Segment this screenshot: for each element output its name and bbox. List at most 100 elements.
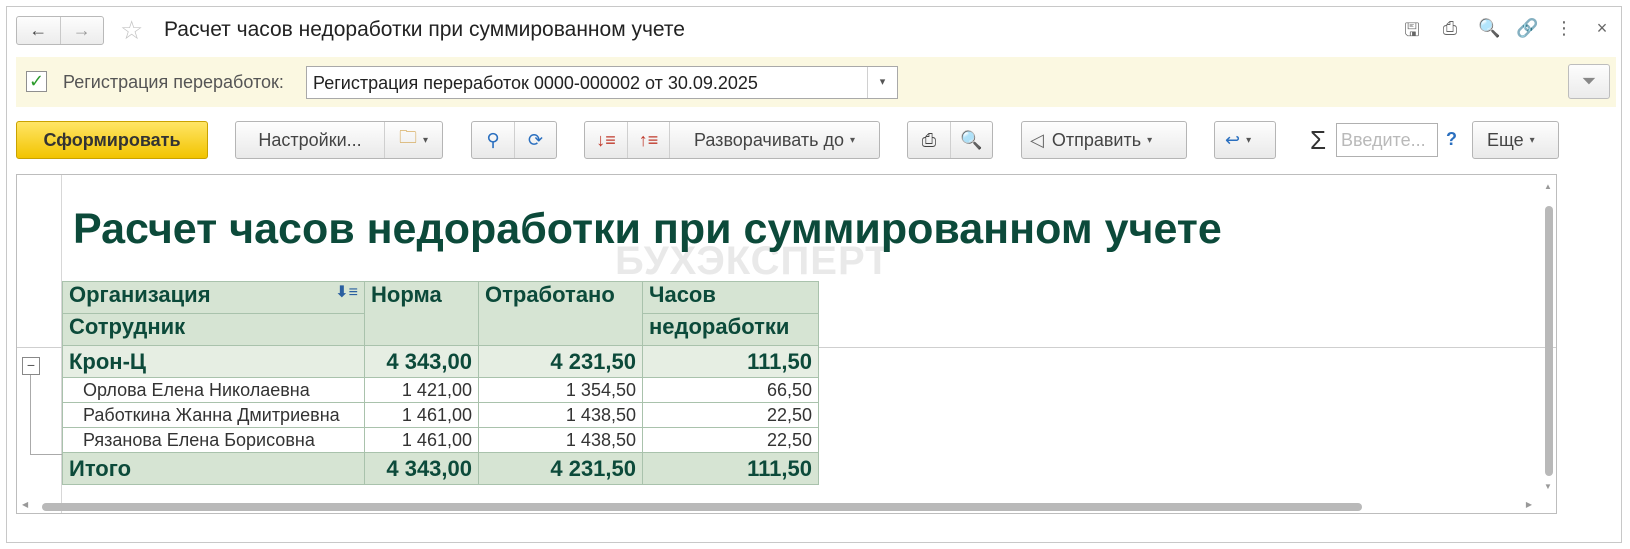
sort-desc-icon[interactable]: ↓≡ <box>585 122 627 158</box>
employee-name: Работкина Жанна Дмитриевна <box>62 402 365 428</box>
group-name: Крон-Ц <box>62 345 365 378</box>
total-norm: 4 343,00 <box>364 452 479 485</box>
print-group: ⎙ 🔍 <box>907 121 993 159</box>
total-worked: 4 231,50 <box>478 452 643 485</box>
caret-icon: ▾ <box>1147 134 1153 146</box>
scroll-left-icon[interactable]: ◀ <box>22 500 28 509</box>
total-row[interactable]: Итого 4 343,00 4 231,50 111,50 <box>62 452 819 485</box>
back-icon[interactable]: ← <box>17 17 60 44</box>
toolbar: Сформировать Настройки... 🗀 ▾ ⚲ ⟳ ↓≡ ↑≡ … <box>16 121 1616 161</box>
search-icon[interactable]: ⚲ <box>472 122 514 158</box>
header-org-label: Организация <box>69 282 211 307</box>
overtime-select[interactable]: Регистрация переработок 0000-000002 от 3… <box>306 66 898 99</box>
expand-to-label: Разворачивать до <box>693 129 844 150</box>
search-next-icon[interactable]: ⟳ <box>514 122 556 158</box>
send-label: Отправить <box>1051 129 1142 150</box>
employee-shortfall: 22,50 <box>642 427 819 453</box>
help-icon[interactable]: ? <box>1446 129 1457 150</box>
table-row[interactable]: Работкина Жанна Дмитриевна 1 461,00 1 43… <box>62 402 819 428</box>
sort-asc-icon[interactable]: ↑≡ <box>627 122 669 158</box>
table-header-row: Организация ⬇≡ Норма Отработано Часов <box>62 281 819 346</box>
print-icon[interactable]: ⎙ <box>1440 18 1460 48</box>
favorite-star-icon[interactable]: ☆ <box>120 16 143 44</box>
employee-name: Орлова Елена Николаевна <box>62 377 365 403</box>
settings-label: Настройки... <box>258 129 362 150</box>
grouping-gutter <box>17 175 62 513</box>
report-title: Расчет часов недоработки при суммированн… <box>73 205 1222 253</box>
window-actions: 🖫 ⎙ 🔍 🔗 ⋮ × <box>1402 18 1612 48</box>
table-row[interactable]: Орлова Елена Николаевна 1 421,00 1 354,5… <box>62 377 819 403</box>
employee-norm: 1 461,00 <box>364 402 479 428</box>
report-table: Организация ⬇≡ Норма Отработано Часов Со… <box>62 281 819 485</box>
chevron-down-icon[interactable]: ▾ <box>867 67 897 98</box>
caret-icon: ▾ <box>849 134 856 146</box>
employee-shortfall: 22,50 <box>642 402 819 428</box>
header-norm[interactable]: Норма <box>364 281 479 346</box>
generate-label: Сформировать <box>43 129 181 150</box>
scroll-down-icon[interactable]: ▼ <box>1544 482 1552 491</box>
print-icon[interactable]: ⎙ <box>908 122 950 158</box>
horizontal-scrollbar[interactable]: ◀ ▶ <box>22 500 1532 514</box>
scroll-right-icon[interactable]: ▶ <box>1526 500 1532 509</box>
overtime-checkbox[interactable]: ✓ <box>26 71 47 92</box>
employee-norm: 1 421,00 <box>364 377 479 403</box>
caret-icon: ▾ <box>422 134 429 146</box>
undo-button[interactable]: ↩ ▾ <box>1214 121 1276 159</box>
print-preview-icon[interactable]: 🔍 <box>950 122 992 158</box>
more-button[interactable]: Еще ▾ <box>1472 121 1559 159</box>
generate-button[interactable]: Сформировать <box>16 121 208 159</box>
nav-buttons: ← → <box>16 16 104 45</box>
send-icon: ◁ <box>1030 129 1044 150</box>
expand-group: ↓≡ ↑≡ Разворачивать до ▾ <box>584 121 880 159</box>
table-row[interactable]: Рязанова Елена Борисовна 1 461,00 1 438,… <box>62 427 819 453</box>
preview-icon[interactable]: 🔍 <box>1478 18 1500 48</box>
overtime-label: Регистрация переработок: <box>63 72 284 92</box>
scroll-thumb[interactable] <box>1545 206 1553 476</box>
header-shortfall-2[interactable]: недоработки <box>642 313 819 346</box>
group-shortfall: 111,50 <box>642 345 819 378</box>
employee-worked: 1 354,50 <box>478 377 643 403</box>
header-org[interactable]: Организация ⬇≡ <box>62 281 365 314</box>
search-group: ⚲ ⟳ <box>471 121 557 159</box>
total-label: Итого <box>62 452 365 485</box>
settings-group: Настройки... 🗀 ▾ <box>235 121 443 159</box>
variant-icon: 🗀 <box>398 127 417 147</box>
tree-line <box>30 454 62 455</box>
header-employee[interactable]: Сотрудник <box>62 313 365 346</box>
search-input[interactable]: Введите... <box>1336 123 1438 157</box>
tree-line <box>30 375 31 454</box>
collapse-group-icon[interactable]: − <box>22 357 40 375</box>
report-area[interactable]: БУХЭКСПЕРТ Расчет часов недоработки при … <box>16 174 1557 514</box>
filter-funnel-icon[interactable]: ⏷ <box>1568 64 1610 99</box>
employee-norm: 1 461,00 <box>364 427 479 453</box>
more-vert-icon[interactable]: ⋮ <box>1554 18 1574 48</box>
group-worked: 4 231,50 <box>478 345 643 378</box>
total-shortfall: 111,50 <box>642 452 819 485</box>
settings-button[interactable]: Настройки... <box>236 122 384 158</box>
sort-icon[interactable]: ⬇≡ <box>335 282 358 302</box>
send-button[interactable]: ◁ Отправить ▾ <box>1021 121 1187 159</box>
scroll-thumb[interactable] <box>42 503 1362 511</box>
group-row[interactable]: Крон-Ц 4 343,00 4 231,50 111,50 <box>62 345 819 378</box>
header-shortfall-1[interactable]: Часов <box>642 281 819 314</box>
variant-button[interactable]: 🗀 ▾ <box>384 122 442 158</box>
save-icon[interactable]: 🖫 <box>1402 18 1422 48</box>
vertical-scrollbar[interactable]: ▲ ▼ <box>1543 182 1555 492</box>
link-icon[interactable]: 🔗 <box>1516 18 1538 48</box>
employee-worked: 1 438,50 <box>478 427 643 453</box>
scroll-up-icon[interactable]: ▲ <box>1544 182 1552 191</box>
close-icon[interactable]: × <box>1592 18 1612 48</box>
employee-name: Рязанова Елена Борисовна <box>62 427 365 453</box>
caret-icon: ▾ <box>1246 134 1252 146</box>
header-worked[interactable]: Отработано <box>478 281 643 346</box>
employee-worked: 1 438,50 <box>478 402 643 428</box>
employee-shortfall: 66,50 <box>642 377 819 403</box>
overtime-select-value: Регистрация переработок 0000-000002 от 3… <box>313 73 758 93</box>
title-bar: ← → ☆ Расчет часов недоработки при сумми… <box>16 14 1616 48</box>
sum-icon[interactable]: Σ <box>1310 125 1326 156</box>
forward-icon[interactable]: → <box>59 17 104 44</box>
expand-to-button[interactable]: Разворачивать до ▾ <box>669 122 879 158</box>
window-title: Расчет часов недоработки при суммированн… <box>164 18 685 41</box>
more-label: Еще <box>1487 129 1524 150</box>
group-norm: 4 343,00 <box>364 345 479 378</box>
